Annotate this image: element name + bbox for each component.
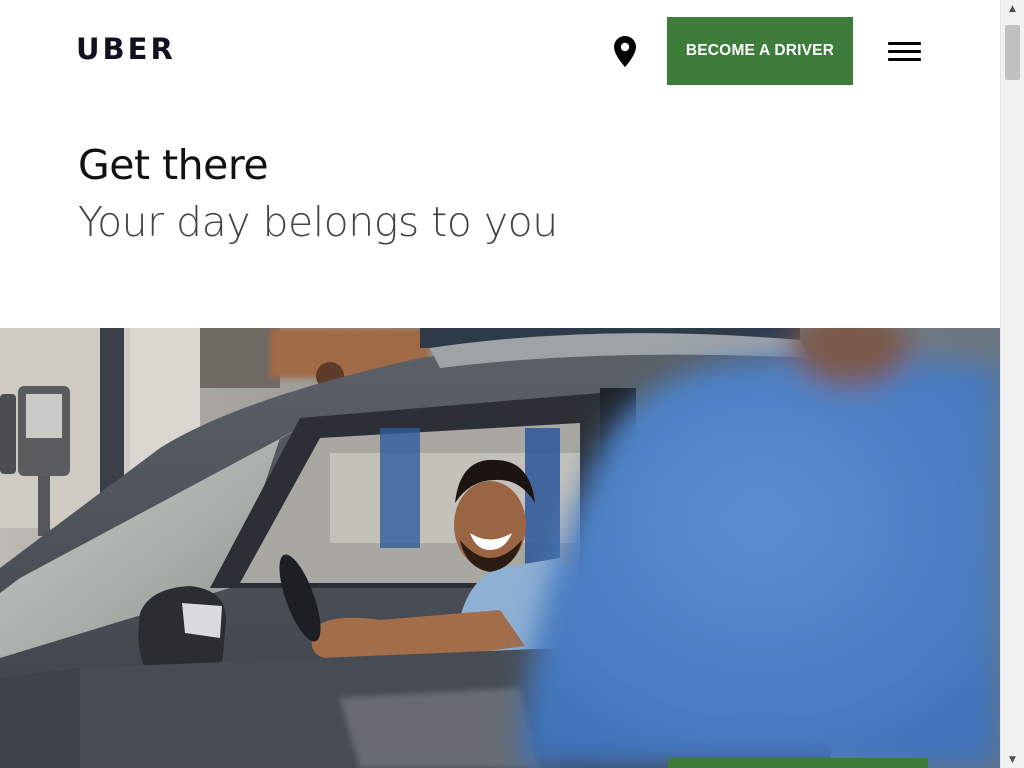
hamburger-menu-icon-line <box>888 57 921 61</box>
hero-photo <box>0 328 1000 768</box>
menu-button[interactable] <box>888 36 926 66</box>
map-pin-icon <box>614 35 636 67</box>
cta-button-partial[interactable] <box>668 758 928 768</box>
hamburger-menu-icon <box>888 41 921 45</box>
vertical-scrollbar[interactable]: ▲ ▼ <box>1000 0 1024 768</box>
become-a-driver-button[interactable]: BECOME A DRIVER <box>667 17 853 85</box>
page: UBER BECOME A DRIVER Get there Your day … <box>0 0 1000 768</box>
driver-photo-illustration <box>0 328 1000 768</box>
scroll-thumb[interactable] <box>1005 25 1020 80</box>
uber-logo[interactable]: UBER <box>76 31 176 67</box>
site-header: UBER BECOME A DRIVER <box>0 0 1000 100</box>
scroll-down-arrow-icon[interactable]: ▼ <box>1001 751 1024 768</box>
hero-subheadline: Your day belongs to you <box>78 198 558 246</box>
hamburger-menu-icon-line <box>888 49 921 53</box>
location-button[interactable] <box>610 34 640 68</box>
scroll-up-arrow-icon[interactable]: ▲ <box>1001 0 1024 17</box>
hero-headline: Get there <box>78 141 269 189</box>
